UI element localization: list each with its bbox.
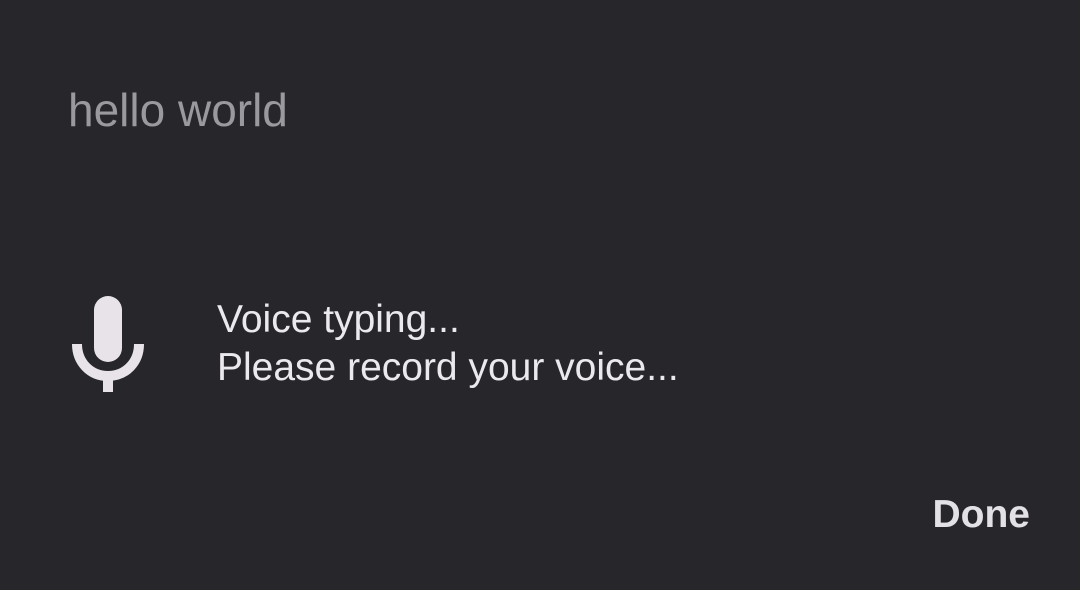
recognized-text-preview: hello world	[68, 84, 288, 136]
microphone-icon	[70, 296, 146, 394]
voice-status-title: Voice typing...	[217, 298, 460, 341]
voice-typing-dialog: hello world Voice typing... Please recor…	[0, 0, 1080, 590]
done-button[interactable]: Done	[931, 490, 1033, 540]
voice-status-prompt: Please record your voice...	[217, 346, 679, 389]
voice-status: Voice typing... Please record your voice…	[217, 296, 679, 392]
